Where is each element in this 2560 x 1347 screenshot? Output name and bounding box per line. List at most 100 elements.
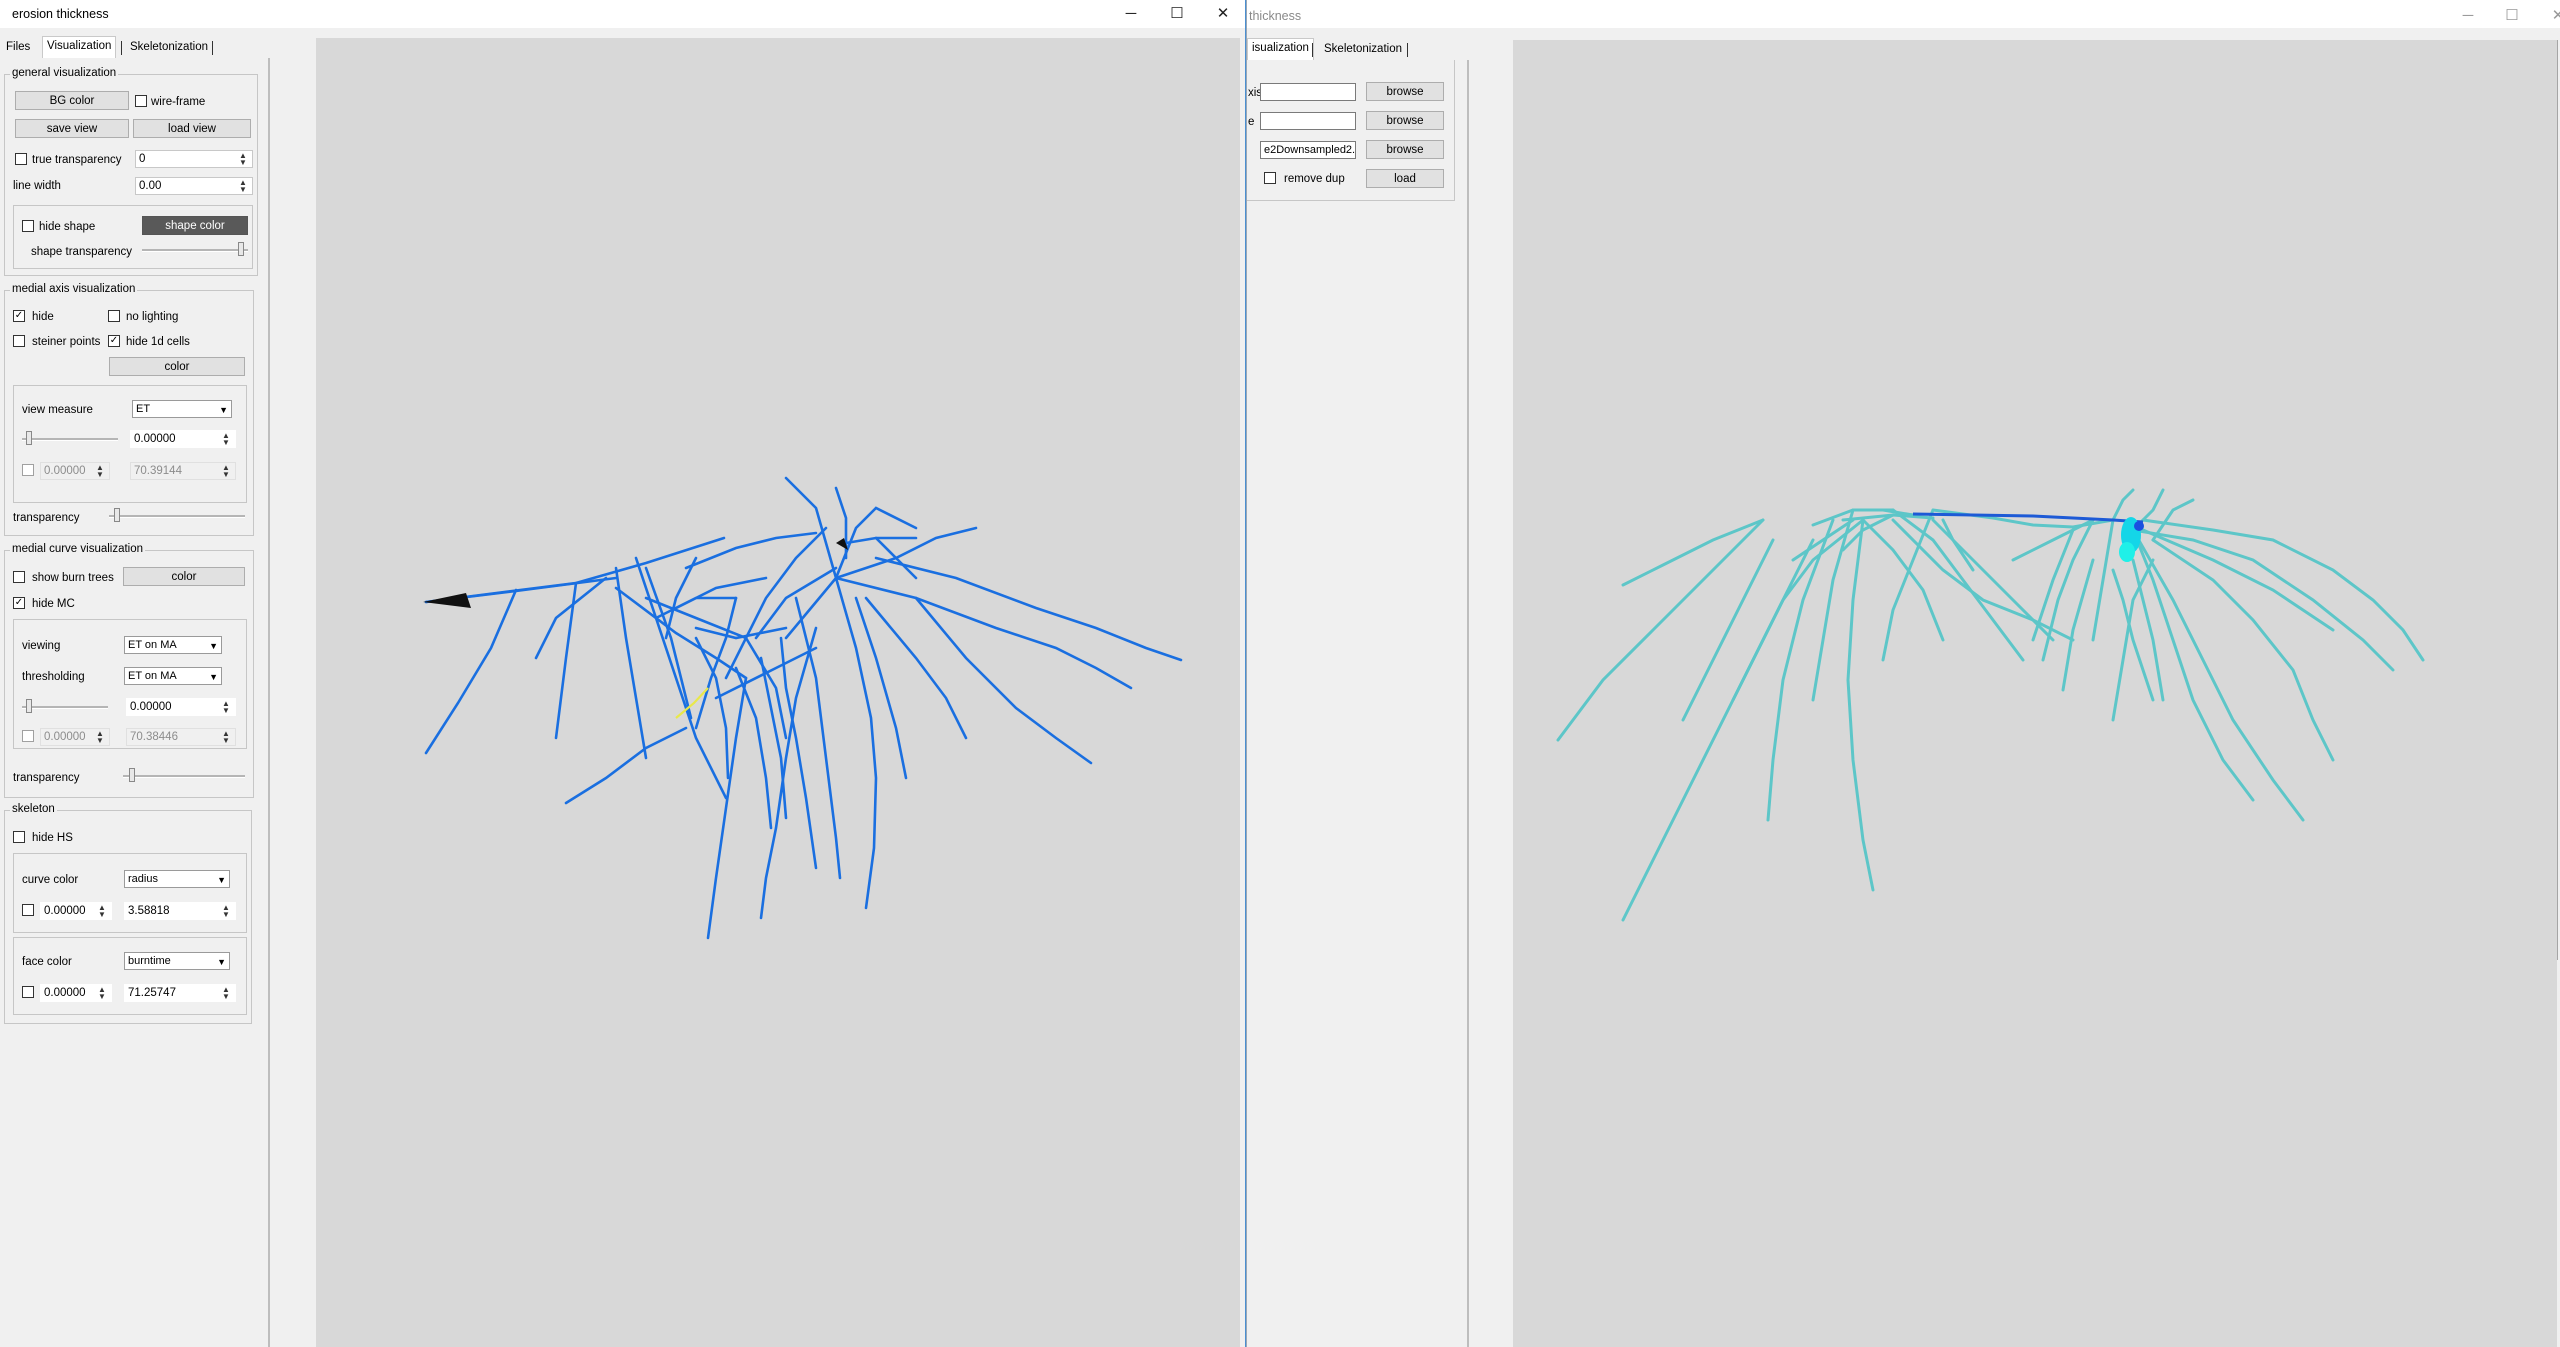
ma-transparency-label: transparency bbox=[13, 512, 80, 524]
file-input-2[interactable] bbox=[1260, 112, 1356, 130]
mc-threshold-slider[interactable] bbox=[22, 699, 108, 715]
hide-ma-checkbox[interactable]: ✓ bbox=[13, 310, 25, 322]
spin-arrows-icon[interactable]: ▲ ▼ bbox=[95, 986, 109, 1001]
no-lighting-checkbox[interactable] bbox=[108, 310, 120, 322]
mc-range-checkbox[interactable] bbox=[22, 730, 34, 742]
face-min-spinbox[interactable]: 0.00000 ▲ ▼ bbox=[40, 984, 112, 1002]
hide-hs-checkbox[interactable] bbox=[13, 831, 25, 843]
visualization-panel: general visualization BG color wire-fram… bbox=[0, 58, 270, 1347]
browse-button-2[interactable]: browse bbox=[1366, 111, 1444, 130]
group-title: medial curve visualization bbox=[10, 543, 146, 555]
true-transparency-spinbox[interactable]: 0 ▲ ▼ bbox=[135, 150, 253, 168]
mc-color-button[interactable]: color bbox=[123, 567, 245, 586]
tab-visualization[interactable]: Visualization bbox=[42, 36, 117, 58]
true-transparency-checkbox[interactable] bbox=[15, 153, 27, 165]
slider-thumb[interactable] bbox=[26, 699, 32, 713]
3d-viewport-left[interactable] bbox=[316, 38, 1240, 1347]
left-title-bar[interactable]: erosion thickness ─ ☐ ✕ bbox=[0, 0, 1245, 28]
hide-1d-cells-checkbox[interactable]: ✓ bbox=[108, 335, 120, 347]
shape-color-button[interactable]: shape color bbox=[142, 216, 248, 235]
tab-skeletonization[interactable]: Skeletonization bbox=[126, 38, 212, 56]
hide-shape-checkbox[interactable] bbox=[22, 220, 34, 232]
line-width-spinbox[interactable]: 0.00 ▲ ▼ bbox=[135, 177, 253, 195]
hide-1d-cells-label: hide 1d cells bbox=[126, 336, 190, 348]
file-input-3[interactable]: e2Downsampled2.r bbox=[1260, 141, 1356, 159]
spin-arrows-icon[interactable]: ▲ ▼ bbox=[236, 152, 250, 167]
3d-viewport-right[interactable] bbox=[1513, 40, 2557, 1347]
browse-button-1[interactable]: browse bbox=[1366, 82, 1444, 101]
curve-color-label: curve color bbox=[22, 874, 79, 886]
minimize-button[interactable]: ─ bbox=[1108, 2, 1154, 26]
slider-thumb[interactable] bbox=[26, 431, 32, 445]
file-input-1[interactable] bbox=[1260, 83, 1356, 101]
right-title-bar[interactable]: thickness ─ ☐ ✕ bbox=[1247, 0, 2560, 28]
panel-divider[interactable] bbox=[1467, 60, 1469, 1347]
tab-skeletonization[interactable]: Skeletonization bbox=[1320, 40, 1406, 58]
spin-arrows-icon[interactable]: ▲ ▼ bbox=[219, 986, 233, 1001]
slider-thumb[interactable] bbox=[114, 508, 120, 522]
tab-files[interactable]: Files bbox=[2, 38, 34, 56]
mc-transparency-label: transparency bbox=[13, 772, 80, 784]
mc-transparency-slider[interactable] bbox=[123, 768, 245, 784]
spin-arrows-icon[interactable]: ▲ ▼ bbox=[95, 904, 109, 919]
ma-range-checkbox[interactable] bbox=[22, 464, 34, 476]
load-button[interactable]: load bbox=[1366, 169, 1444, 188]
spin-arrows-icon[interactable]: ▲ ▼ bbox=[236, 179, 250, 194]
root-skeleton-render-blue bbox=[423, 476, 1183, 940]
slider-thumb[interactable] bbox=[129, 768, 135, 782]
right-window: thickness ─ ☐ ✕ isualization Skeletoniza… bbox=[1246, 0, 2560, 1347]
face-max-spinbox[interactable]: 71.25747 ▲ ▼ bbox=[124, 984, 236, 1002]
row2-label: e bbox=[1248, 116, 1255, 128]
face-color-select[interactable]: burntime ▼ bbox=[124, 952, 230, 970]
curve-min-spinbox[interactable]: 0.00000 ▲ ▼ bbox=[40, 902, 112, 920]
spin-arrows-icon[interactable]: ▲ ▼ bbox=[219, 464, 233, 479]
save-view-button[interactable]: save view bbox=[15, 119, 129, 138]
shape-transparency-slider[interactable] bbox=[142, 242, 248, 258]
ma-transparency-slider[interactable] bbox=[109, 508, 245, 524]
spin-arrows-icon[interactable]: ▲ ▼ bbox=[93, 464, 107, 479]
ma-color-button[interactable]: color bbox=[109, 357, 245, 376]
chevron-down-icon: ▼ bbox=[217, 957, 226, 967]
maximize-button[interactable]: ☐ bbox=[2489, 4, 2535, 28]
right-window-title: thickness bbox=[1249, 9, 1302, 23]
face-range-checkbox[interactable] bbox=[22, 986, 34, 998]
mc-min-spinbox[interactable]: 0.00000 ▲ ▼ bbox=[40, 728, 110, 746]
steiner-points-checkbox[interactable] bbox=[13, 335, 25, 347]
files-group: xis browse e browse e2Downsampled2.r bro… bbox=[1247, 60, 1455, 201]
ma-max-spinbox[interactable]: 70.39144 ▲ ▼ bbox=[130, 462, 236, 480]
curve-color-select[interactable]: radius ▼ bbox=[124, 870, 230, 888]
mc-threshold-spinbox[interactable]: 0.00000 ▲ ▼ bbox=[126, 698, 236, 716]
view-measure-select[interactable]: ET ▼ bbox=[132, 400, 232, 418]
maximize-button[interactable]: ☐ bbox=[1154, 2, 1200, 26]
curve-range-checkbox[interactable] bbox=[22, 904, 34, 916]
load-view-button[interactable]: load view bbox=[133, 119, 251, 138]
hide-ma-label: hide bbox=[32, 311, 54, 323]
remove-dup-checkbox[interactable] bbox=[1264, 172, 1276, 184]
hide-mc-checkbox[interactable]: ✓ bbox=[13, 597, 25, 609]
panel-divider[interactable] bbox=[268, 58, 270, 1347]
view-measure-subgroup: view measure ET ▼ 0.00000 ▲ ▼ 0.00000 ▲ ▼ bbox=[13, 385, 247, 503]
ma-threshold-spinbox[interactable]: 0.00000 ▲ ▼ bbox=[130, 430, 236, 448]
curve-color-subgroup: curve color radius ▼ 0.00000 ▲ ▼ 3.58818 … bbox=[13, 853, 247, 933]
slider-thumb[interactable] bbox=[238, 242, 244, 256]
thresholding-select[interactable]: ET on MA ▼ bbox=[124, 667, 222, 685]
wire-frame-checkbox[interactable] bbox=[135, 95, 147, 107]
tab-visualization[interactable]: isualization bbox=[1247, 38, 1314, 60]
spin-arrows-icon[interactable]: ▲ ▼ bbox=[219, 730, 233, 745]
spin-arrows-icon[interactable]: ▲ ▼ bbox=[219, 700, 233, 715]
close-button[interactable]: ✕ bbox=[1200, 2, 1245, 26]
spin-arrows-icon[interactable]: ▲ ▼ bbox=[219, 904, 233, 919]
curve-max-spinbox[interactable]: 3.58818 ▲ ▼ bbox=[124, 902, 236, 920]
ma-min-spinbox[interactable]: 0.00000 ▲ ▼ bbox=[40, 462, 110, 480]
close-button[interactable]: ✕ bbox=[2535, 4, 2560, 28]
spin-arrows-icon[interactable]: ▲ ▼ bbox=[93, 730, 107, 745]
bg-color-button[interactable]: BG color bbox=[15, 91, 129, 110]
ma-threshold-slider[interactable] bbox=[22, 431, 118, 447]
minimize-button[interactable]: ─ bbox=[2445, 4, 2491, 28]
viewing-select[interactable]: ET on MA ▼ bbox=[124, 636, 222, 654]
shape-transparency-label: shape transparency bbox=[31, 246, 133, 258]
spin-arrows-icon[interactable]: ▲ ▼ bbox=[219, 432, 233, 447]
show-burn-trees-checkbox[interactable] bbox=[13, 571, 25, 583]
mc-max-spinbox[interactable]: 70.38446 ▲ ▼ bbox=[126, 728, 236, 746]
browse-button-3[interactable]: browse bbox=[1366, 140, 1444, 159]
